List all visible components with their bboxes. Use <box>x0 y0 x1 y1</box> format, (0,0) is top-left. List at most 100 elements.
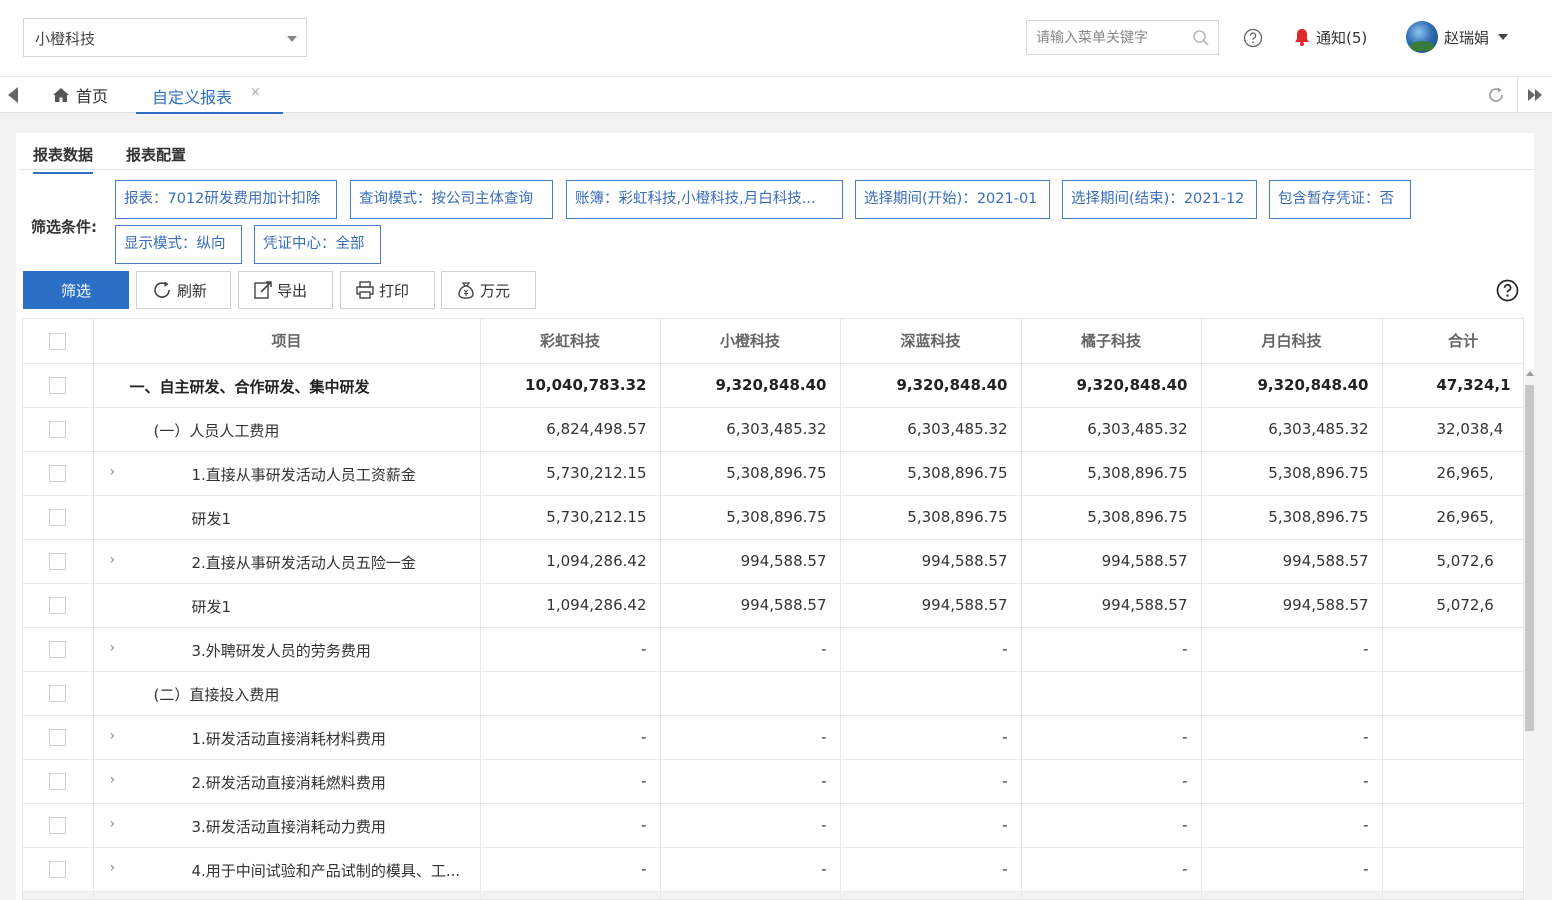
value-cell: 994,588.57 <box>840 583 1022 628</box>
filter-chip-query-mode[interactable]: 查询模式：按公司主体查询 <box>350 180 553 219</box>
close-icon[interactable]: × <box>250 85 261 100</box>
column-header[interactable]: 合计 <box>1382 319 1523 364</box>
item-cell: 一、自主研发、合作研发、集中研发 <box>93 363 481 408</box>
item-cell: (二）直接投入费用 <box>93 671 481 716</box>
search-icon[interactable] <box>1192 29 1210 47</box>
row-select-cell <box>23 759 94 804</box>
row-checkbox[interactable] <box>49 773 67 790</box>
table-row[interactable]: 一、自主研发、合作研发、集中研发 10,040,783.32 9,320,848.4… <box>23 363 1523 408</box>
filter-button-label: 筛选 <box>60 281 91 300</box>
table-row[interactable]: › 1.研发活动直接消耗材料费用 - - - - - <box>23 715 1523 760</box>
vertical-scrollbar[interactable] <box>1525 369 1534 900</box>
export-button[interactable]: 导出 <box>238 271 333 309</box>
chevron-right-icon[interactable]: › <box>110 464 116 480</box>
chevron-right-icon[interactable]: › <box>110 816 116 832</box>
wan-yuan-button[interactable]: 万元 <box>441 271 536 309</box>
table-row[interactable]: › 4.用于中间试验和产品试制的模具、工... - - - - - <box>23 847 1523 892</box>
table-row[interactable]: 研发1 5,730,212.15 5,308,896.75 5,308,896.75 5… <box>23 495 1523 540</box>
row-checkbox[interactable] <box>49 861 67 878</box>
value-cell: 5,072,6 <box>1382 539 1523 584</box>
value-cell: - <box>480 803 661 848</box>
row-checkbox[interactable] <box>49 641 67 658</box>
row-checkbox[interactable] <box>49 421 67 438</box>
table-row[interactable]: (二）直接投入费用 <box>23 671 1523 716</box>
empty-cell <box>93 891 481 899</box>
value-cell <box>1382 759 1523 804</box>
row-checkbox[interactable] <box>49 509 67 526</box>
tab-report-data[interactable]: 报表数据 <box>33 144 94 174</box>
value-cell: 5,308,896.75 <box>840 451 1022 496</box>
item-cell: 研发1 <box>93 495 481 540</box>
report-subtabs: 报表数据 报表配置 <box>20 133 1534 174</box>
value-cell: - <box>660 847 841 892</box>
table-row[interactable]: › 1.直接从事研发活动人员工资薪金 5,730,212.15 5,308,896.7… <box>23 451 1523 496</box>
help-icon[interactable] <box>1243 28 1263 48</box>
row-checkbox[interactable] <box>49 685 67 702</box>
row-checkbox[interactable] <box>49 377 67 394</box>
chevron-right-icon[interactable]: › <box>110 860 116 876</box>
filter-chip-period-end[interactable]: 选择期间(结束)：2021-12 <box>1062 180 1257 219</box>
tab-custom-report[interactable]: 自定义报表 × <box>136 77 283 114</box>
table-row[interactable]: › 2.直接从事研发活动人员五险一金 1,094,286.42 994,588.57 9… <box>23 539 1523 584</box>
column-header[interactable]: 小橙科技 <box>660 319 841 364</box>
value-cell: 6,303,485.32 <box>840 407 1022 452</box>
row-checkbox[interactable] <box>49 729 67 746</box>
notification-button[interactable]: 通知(5) <box>1293 25 1367 49</box>
row-checkbox[interactable] <box>49 597 67 614</box>
item-cell: 研发1 <box>93 583 481 628</box>
column-header[interactable]: 月白科技 <box>1201 319 1383 364</box>
scroll-up-icon[interactable] <box>1526 371 1534 376</box>
table-row[interactable]: 研发1 1,094,286.42 994,588.57 994,588.57 994,5… <box>23 583 1523 628</box>
item-label: 1.研发活动直接消耗材料费用 <box>191 729 386 748</box>
value-cell: 5,730,212.15 <box>480 495 661 540</box>
scrollbar-thumb[interactable] <box>1525 385 1534 731</box>
tab-report-config[interactable]: 报表配置 <box>126 144 186 165</box>
value-cell: 5,730,212.15 <box>480 451 661 496</box>
company-select[interactable]: 小橙科技 <box>23 18 307 57</box>
row-checkbox[interactable] <box>49 553 67 570</box>
report-table: 项目 彩虹科技 小橙科技 深蓝科技 橘子科技 月白科技 合计 一、自主研发、合作… <box>22 318 1524 900</box>
filter-chip-temp-voucher[interactable]: 包含暂存凭证：否 <box>1269 180 1411 219</box>
filter-button[interactable]: 筛选 <box>23 271 129 309</box>
filter-chip-ledger[interactable]: 账簿：彩虹科技,小橙科技,月白科技... <box>566 180 843 219</box>
menu-search-input[interactable] <box>1027 21 1187 54</box>
select-all-checkbox[interactable] <box>49 332 67 350</box>
column-header[interactable]: 彩虹科技 <box>480 319 661 364</box>
value-cell: - <box>840 847 1022 892</box>
table-row[interactable]: › 2.研发活动直接消耗燃料费用 - - - - - <box>23 759 1523 804</box>
filter-chip-report[interactable]: 报表：7012研发费用加计扣除 <box>115 180 337 219</box>
refresh-button[interactable]: 刷新 <box>136 271 231 309</box>
value-cell: - <box>1201 715 1383 760</box>
column-header[interactable]: 橘子科技 <box>1021 319 1202 364</box>
filter-chip-voucher-center[interactable]: 凭证中心：全部 <box>254 225 381 264</box>
chevron-right-icon[interactable]: › <box>110 552 116 568</box>
chevron-right-icon[interactable]: › <box>110 772 116 788</box>
table-row[interactable]: › 3.研发活动直接消耗动力费用 - - - - - <box>23 803 1523 848</box>
value-cell: 9,320,848.40 <box>660 363 841 408</box>
menu-search-box[interactable] <box>1026 20 1219 55</box>
refresh-icon[interactable] <box>1486 85 1506 105</box>
print-button[interactable]: 打印 <box>340 271 435 309</box>
value-cell <box>840 671 1022 716</box>
scroll-left-icon[interactable] <box>8 87 18 103</box>
scroll-right-icon[interactable] <box>1527 88 1543 102</box>
item-cell: › 2.直接从事研发活动人员五险一金 <box>93 539 481 584</box>
column-header[interactable]: 项目 <box>93 319 481 364</box>
filter-chip-period-start[interactable]: 选择期间(开始)：2021-01 <box>855 180 1050 219</box>
value-cell: 5,308,896.75 <box>660 495 841 540</box>
chevron-right-icon[interactable]: › <box>110 640 116 656</box>
help-icon[interactable] <box>1496 279 1519 302</box>
chevron-right-icon[interactable]: › <box>110 728 116 744</box>
row-checkbox[interactable] <box>49 465 67 482</box>
table-row[interactable]: (一）人员人工费用 6,824,498.57 6,303,485.32 6,303,4… <box>23 407 1523 452</box>
table-row[interactable]: › 3.外聘研发人员的劳务费用 - - - - - <box>23 627 1523 672</box>
refresh-icon <box>154 281 170 298</box>
row-select-cell <box>23 495 94 540</box>
tab-home[interactable]: 首页 <box>52 84 108 106</box>
column-header[interactable]: 深蓝科技 <box>840 319 1022 364</box>
tab-divider <box>1517 77 1518 114</box>
filter-chip-display-mode[interactable]: 显示模式：纵向 <box>115 225 242 264</box>
user-menu[interactable]: 赵瑞娟 <box>1406 20 1509 54</box>
item-label: (一）人员人工费用 <box>153 421 280 440</box>
row-checkbox[interactable] <box>49 817 67 834</box>
